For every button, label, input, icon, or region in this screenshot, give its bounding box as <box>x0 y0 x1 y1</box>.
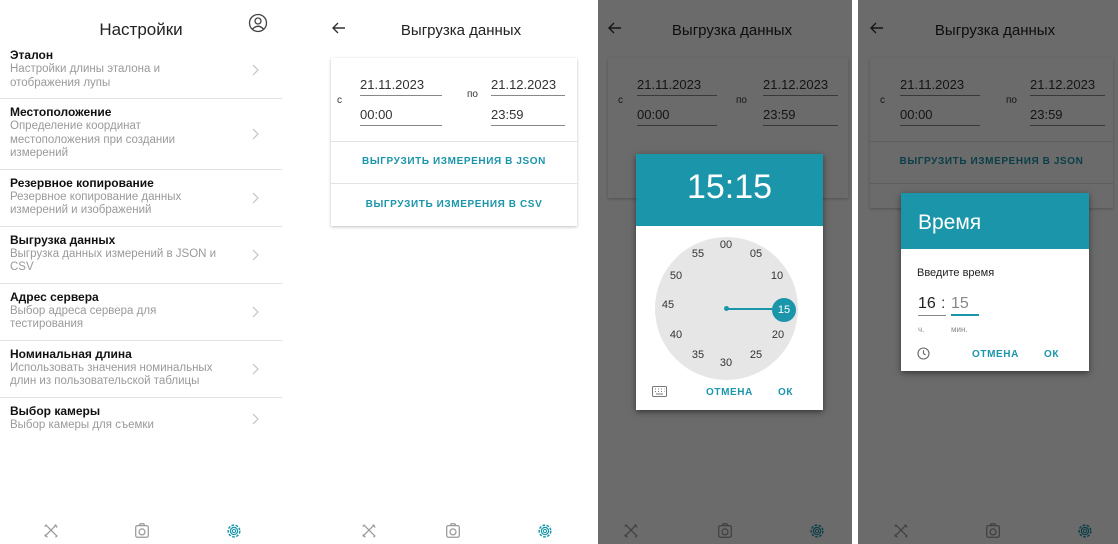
settings-item-subtitle: Настройки длины эталона и отображения лу… <box>10 63 160 89</box>
selected-time: 15:15 <box>636 154 823 226</box>
from-date-field[interactable]: 21.11.2023 <box>360 77 442 96</box>
bottom-nav <box>318 520 590 544</box>
clock-number[interactable]: 35 <box>688 349 708 361</box>
settings-item-subtitle: Определение координат местоположения при… <box>10 120 176 159</box>
to-label: по <box>467 89 478 100</box>
time-separator: : <box>941 295 946 312</box>
cancel-button[interactable]: ОТМЕНА <box>972 349 1019 360</box>
clock-number[interactable]: 25 <box>746 349 766 361</box>
settings-item-backup[interactable]: Резервное копирование Резервное копирова… <box>0 170 282 227</box>
settings-item-etalon[interactable]: Эталон Настройки длины эталона и отображ… <box>0 42 282 99</box>
dialog-prompt: Введите время <box>917 267 995 279</box>
to-date-field[interactable]: 21.12.2023 <box>491 77 565 96</box>
clock-number[interactable]: 30 <box>716 357 736 369</box>
profile-icon[interactable] <box>248 13 268 33</box>
chevron-right-icon <box>250 192 260 204</box>
divider <box>331 141 577 142</box>
settings-item-title: Эталон <box>10 48 54 62</box>
hour-label: ч. <box>918 325 925 334</box>
settings-item-nominal-length[interactable]: Номинальная длина Использовать значения … <box>0 341 282 398</box>
page-title: Выгрузка данных <box>400 22 522 39</box>
clock-number[interactable]: 50 <box>666 270 686 282</box>
from-label: с <box>337 95 342 106</box>
from-time-field[interactable]: 00:00 <box>360 107 442 126</box>
ruler-tools-icon[interactable] <box>42 522 60 540</box>
ok-button[interactable]: ОК <box>778 387 793 398</box>
time-picker-clock-screen: Выгрузка данных с 21.11.2023 00:00 по 21… <box>598 0 852 544</box>
settings-item-title: Выгрузка данных <box>10 232 116 247</box>
clock-icon[interactable] <box>917 347 930 360</box>
settings-item-title: Выбор камеры <box>10 403 101 418</box>
camera-icon[interactable] <box>133 522 151 540</box>
dialog-title: Время <box>901 193 1089 249</box>
chevron-right-icon <box>250 249 260 261</box>
clock-number[interactable]: 20 <box>768 329 788 341</box>
clock-number[interactable]: 00 <box>716 239 736 251</box>
time-picker-input-screen: Выгрузка данных с 21.11.2023 00:00 по 21… <box>858 0 1118 544</box>
top-bar: Выгрузка данных <box>318 0 590 58</box>
clock-hand-selected[interactable]: 15 <box>772 298 796 322</box>
settings-item-title: Номинальная длина <box>10 346 132 361</box>
export-json-button[interactable]: ВЫГРУЗИТЬ ИЗМЕРЕНИЯ В JSON <box>331 156 577 167</box>
chevron-right-icon <box>250 64 260 76</box>
page-title: Настройки <box>99 20 183 39</box>
keyboard-icon[interactable] <box>652 386 667 397</box>
minute-input[interactable]: 15 <box>951 295 979 316</box>
chevron-right-icon <box>250 363 260 375</box>
settings-item-subtitle: Выбор адреса сервера для тестирования <box>10 304 157 331</box>
clock-number[interactable]: 55 <box>688 248 708 260</box>
settings-item-title: Адрес сервера <box>10 289 99 304</box>
clock-number[interactable]: 05 <box>746 248 766 260</box>
export-card: с 21.11.2023 00:00 по 21.12.2023 23:59 В… <box>331 58 577 226</box>
clock-number[interactable]: 40 <box>666 329 686 341</box>
settings-item-subtitle: Выгрузка данных измерений в JSON и CSV <box>10 247 217 274</box>
settings-item-server[interactable]: Адрес сервера Выбор адреса сервера для т… <box>0 284 282 341</box>
chevron-right-icon <box>250 306 260 318</box>
settings-item-subtitle: Резервное копирование данных измерений и… <box>10 190 182 217</box>
ruler-tools-icon[interactable] <box>360 522 378 540</box>
chevron-right-icon <box>250 413 260 425</box>
settings-screen: Настройки Эталон Настройки длины эталона… <box>0 0 282 544</box>
time-input-dialog: Время Введите время 16 : 15 ч. мин. ОТМЕ… <box>901 193 1089 371</box>
clock-hand <box>726 308 776 310</box>
minute-label: мин. <box>951 325 968 334</box>
camera-icon[interactable] <box>444 522 462 540</box>
settings-item-title: Резервное копирование <box>10 175 154 190</box>
clock-number[interactable]: 10 <box>767 270 787 282</box>
settings-item-subtitle: Использовать значения номинальных длин и… <box>10 361 213 388</box>
chevron-right-icon <box>250 128 260 140</box>
time-picker-dialog: 15:15 00 05 10 20 25 30 35 40 45 50 55 1… <box>636 154 823 410</box>
divider <box>331 183 577 184</box>
to-time-field[interactable]: 23:59 <box>491 107 565 126</box>
clock-face[interactable]: 00 05 10 20 25 30 35 40 45 50 55 15 <box>655 237 798 380</box>
bottom-nav <box>0 520 282 544</box>
ok-button[interactable]: ОК <box>1044 349 1059 360</box>
settings-item-camera[interactable]: Выбор камеры Выбор камеры для съемки <box>0 398 282 441</box>
gear-icon[interactable] <box>225 522 243 540</box>
settings-list: Эталон Настройки длины эталона и отображ… <box>0 42 282 440</box>
clock-number[interactable]: 45 <box>658 299 678 311</box>
clock-center <box>724 306 729 311</box>
settings-item-location[interactable]: Местоположение Определение координат мес… <box>0 99 282 170</box>
cancel-button[interactable]: ОТМЕНА <box>706 387 753 398</box>
export-screen: Выгрузка данных с 21.11.2023 00:00 по 21… <box>318 0 590 544</box>
settings-item-export[interactable]: Выгрузка данных Выгрузка данных измерени… <box>0 227 282 284</box>
gear-icon[interactable] <box>536 522 554 540</box>
settings-item-title: Местоположение <box>10 105 112 119</box>
settings-item-subtitle: Выбор камеры для съемки <box>10 418 154 431</box>
export-csv-button[interactable]: ВЫГРУЗИТЬ ИЗМЕРЕНИЯ В CSV <box>331 199 577 210</box>
